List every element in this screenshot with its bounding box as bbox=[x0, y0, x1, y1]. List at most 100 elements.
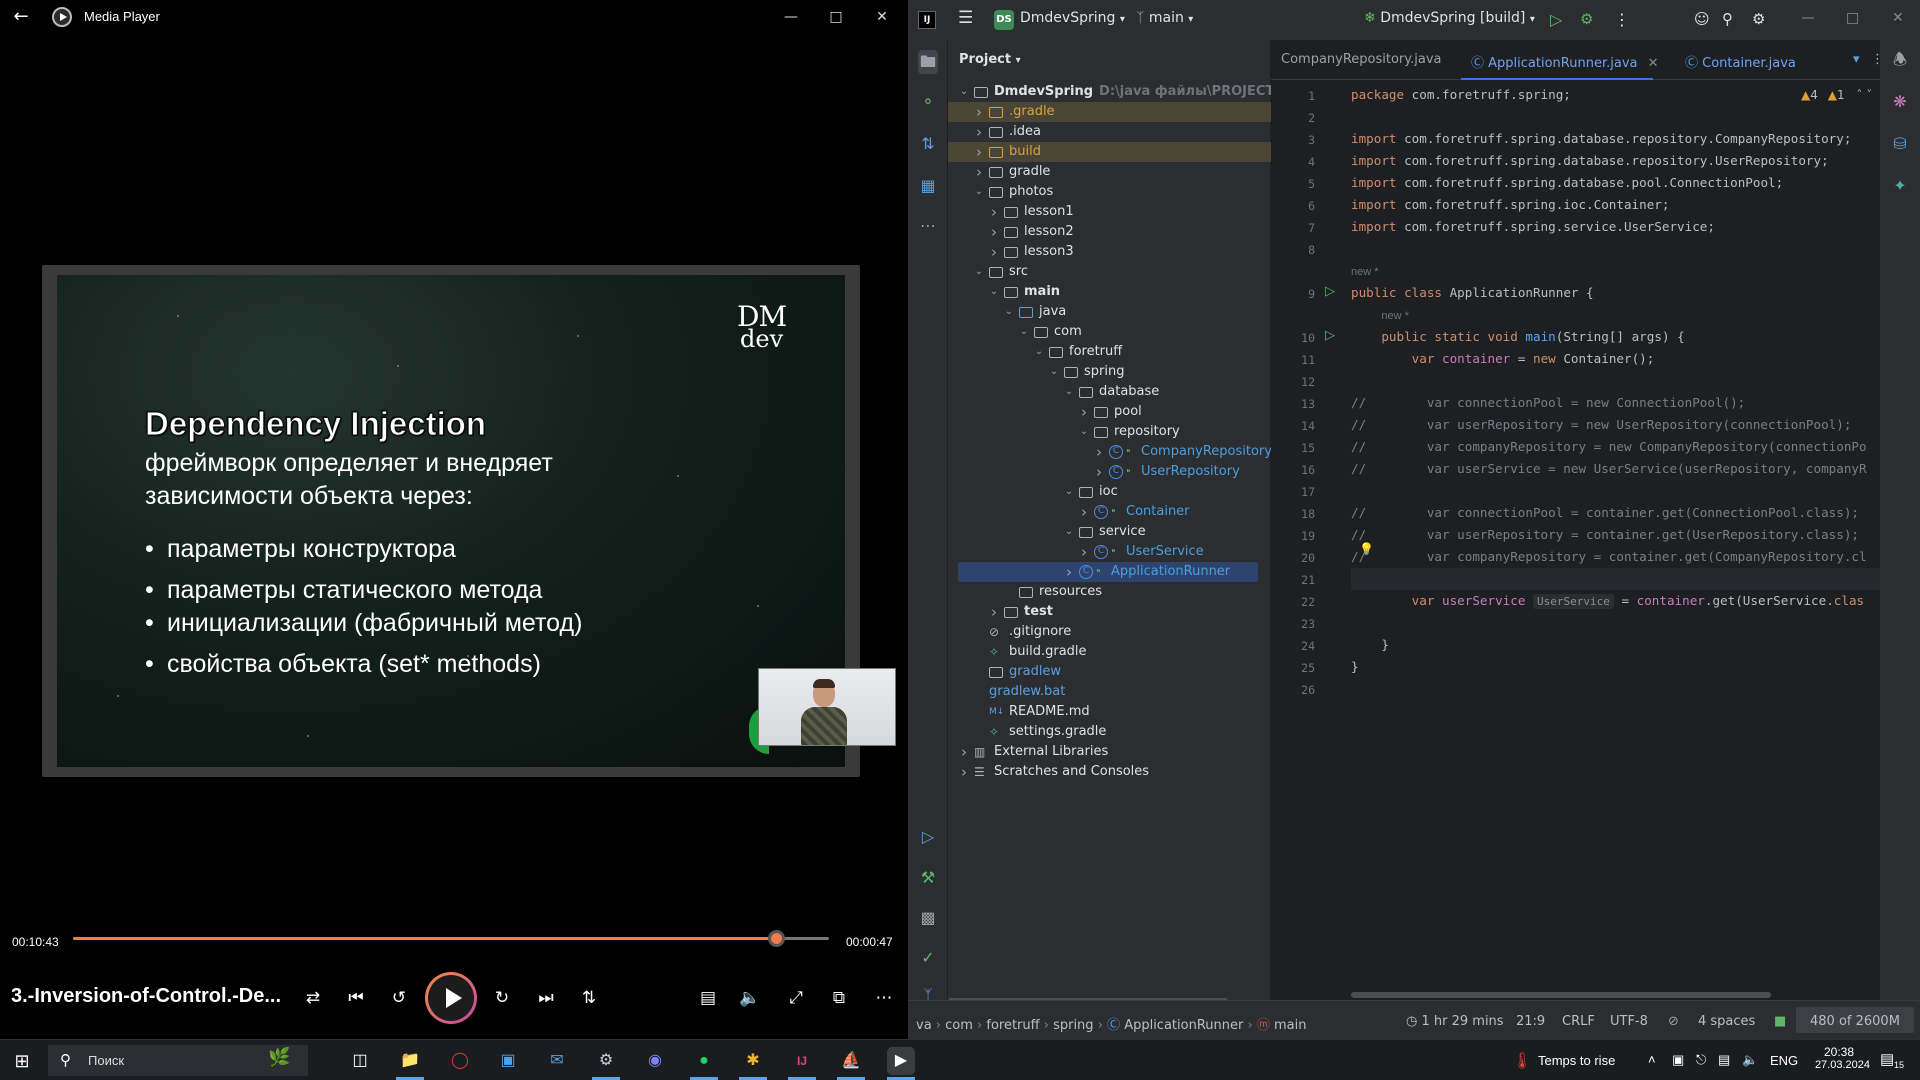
breadcrumb-item[interactable]: Ⓒ ApplicationRunner bbox=[1107, 1018, 1243, 1033]
line-separator[interactable]: CRLF bbox=[1562, 1014, 1595, 1029]
weather-text[interactable]: Temps to rise bbox=[1538, 1053, 1615, 1068]
run-gutter-icon[interactable]: ▷ bbox=[1325, 284, 1335, 299]
tab-container[interactable]: Ⓒ Container.java bbox=[1685, 52, 1796, 71]
chevron-down-icon[interactable]: ⌄ bbox=[973, 262, 985, 282]
code-line[interactable]: } bbox=[1351, 634, 1880, 656]
code-line[interactable]: // var companyRepository = new CompanyRe… bbox=[1351, 436, 1880, 458]
pull-requests-icon[interactable]: ⇅ bbox=[918, 134, 938, 154]
main-menu-icon[interactable]: ☰ bbox=[958, 8, 973, 28]
fullscreen-icon[interactable]: ⤢ bbox=[781, 985, 811, 1011]
minimize-icon[interactable]: — bbox=[1801, 10, 1815, 26]
network-icon[interactable]: ▤ bbox=[1718, 1052, 1730, 1068]
tree-item[interactable]: › C ⁍ ApplicationRunner bbox=[958, 562, 1258, 582]
code-line[interactable]: import com.foretruff.spring.database.poo… bbox=[1351, 172, 1880, 194]
skip-forward-30-icon[interactable]: ↻ bbox=[487, 985, 517, 1011]
chevron-right-icon[interactable]: › bbox=[973, 102, 985, 122]
tab-application-runner[interactable]: Ⓒ ApplicationRunner.java ✕ bbox=[1471, 52, 1659, 71]
code-line[interactable]: public static void main(String[] args) { bbox=[1351, 326, 1880, 348]
chevron-right-icon[interactable]: › bbox=[1063, 562, 1075, 582]
intention-bulb-icon[interactable]: 💡 bbox=[1359, 542, 1374, 556]
code-line[interactable]: // var userRepository = new UserReposito… bbox=[1351, 414, 1880, 436]
mini-view-icon[interactable]: ⧉ bbox=[824, 985, 854, 1011]
tree-item[interactable]: › C ⁍ UserRepository bbox=[948, 462, 1271, 482]
chevron-down-icon[interactable]: ⌄ bbox=[1033, 342, 1045, 362]
back-arrow-icon[interactable]: ← bbox=[10, 6, 32, 28]
code-line[interactable] bbox=[1351, 612, 1880, 634]
breadcrumb-item[interactable]: va bbox=[916, 1018, 932, 1033]
tree-item[interactable]: ⌄ foretruff bbox=[948, 342, 1271, 362]
code-line[interactable] bbox=[1351, 678, 1880, 700]
code-line[interactable]: public class ApplicationRunner { bbox=[1351, 282, 1880, 304]
run-config-selector[interactable]: ❄ DmdevSpring [build] ▾ bbox=[1364, 10, 1535, 26]
intellij-taskbar-icon[interactable]: IJ bbox=[788, 1047, 816, 1075]
tree-item[interactable]: › lesson2 bbox=[948, 222, 1271, 242]
tree-item[interactable]: › pool bbox=[948, 402, 1271, 422]
task-view-icon[interactable]: ◫ bbox=[346, 1047, 374, 1075]
tree-item[interactable]: ⌄ spring bbox=[948, 362, 1271, 382]
chevron-down-icon[interactable]: ⌄ bbox=[1018, 322, 1030, 342]
input-language[interactable]: ENG bbox=[1770, 1053, 1798, 1068]
clock[interactable]: 20:38 27.03.2024 bbox=[1808, 1045, 1870, 1071]
code-line[interactable]: var container = new Container(); bbox=[1351, 348, 1880, 370]
file-encoding[interactable]: UTF-8 bbox=[1610, 1014, 1648, 1029]
run-icon[interactable]: ▷ bbox=[1550, 10, 1562, 29]
problems-check-icon[interactable]: ✓ bbox=[918, 948, 938, 968]
chevron-down-icon[interactable]: ⌄ bbox=[1048, 362, 1060, 382]
tree-item[interactable]: › C ⁍ UserService bbox=[948, 542, 1271, 562]
chevron-right-icon[interactable]: › bbox=[958, 742, 970, 762]
chevron-right-icon[interactable]: › bbox=[973, 162, 985, 182]
chevron-down-icon[interactable]: ⌄ bbox=[988, 282, 1000, 302]
ai-assistant-icon[interactable]: ⊘ bbox=[1668, 1014, 1679, 1029]
docker-icon[interactable]: ⛵ bbox=[837, 1047, 865, 1075]
next-icon[interactable]: ⏭ bbox=[531, 985, 561, 1011]
windows-start-icon[interactable]: ⊞ bbox=[8, 1047, 36, 1075]
code-line[interactable] bbox=[1351, 106, 1880, 128]
close-icon[interactable]: ✕ bbox=[1892, 10, 1904, 26]
tree-item[interactable]: resources bbox=[948, 582, 1271, 602]
chevron-right-icon[interactable]: › bbox=[1093, 442, 1105, 462]
structure-icon[interactable]: ▦ bbox=[918, 176, 938, 196]
build-hammer-icon[interactable]: ⚒ bbox=[918, 868, 938, 888]
tree-item[interactable]: › C ⁍ CompanyRepository bbox=[948, 442, 1271, 462]
tree-item[interactable]: › lesson3 bbox=[948, 242, 1271, 262]
commit-icon[interactable]: ⚬ bbox=[918, 92, 938, 112]
project-folder-icon[interactable]: 🖿 bbox=[918, 50, 938, 74]
terminal-icon[interactable]: ▩ bbox=[918, 908, 938, 928]
chevron-down-icon[interactable]: ⌄ bbox=[1003, 302, 1015, 322]
chevron-down-icon[interactable]: ⌄ bbox=[1063, 382, 1075, 402]
code-line[interactable]: // var userRepository = container.get(Us… bbox=[1351, 524, 1880, 546]
tray-app-icon[interactable]: ▣ bbox=[1672, 1052, 1684, 1068]
notifications-bell-icon[interactable]: 🕭 bbox=[1890, 50, 1910, 70]
caret-position[interactable]: 21:9 bbox=[1516, 1014, 1545, 1029]
mail-icon[interactable]: ✉ bbox=[543, 1047, 571, 1075]
code-line[interactable] bbox=[1351, 568, 1880, 590]
project-selector[interactable]: DmdevSpring ▾ bbox=[1020, 10, 1125, 26]
inspection-widget[interactable]: ▲4 ▲1 ˄ ˅ bbox=[1801, 88, 1872, 102]
minimize-icon[interactable]: — bbox=[777, 4, 805, 30]
maximize-icon[interactable]: □ bbox=[1846, 10, 1859, 26]
tree-item[interactable]: ⌄ main bbox=[948, 282, 1271, 302]
more-actions-icon[interactable]: ⋮ bbox=[1614, 10, 1630, 29]
tree-item[interactable]: ⌄ service bbox=[948, 522, 1271, 542]
seek-bar[interactable] bbox=[73, 930, 829, 947]
breadcrumb-item[interactable]: com bbox=[945, 1018, 973, 1033]
chevron-down-icon[interactable]: ⌄ bbox=[958, 82, 970, 102]
tree-item[interactable]: ⌄ photos bbox=[948, 182, 1271, 202]
tree-item[interactable]: ✧ settings.gradle bbox=[948, 722, 1271, 742]
chevron-right-icon[interactable]: › bbox=[1078, 402, 1090, 422]
file-explorer-icon[interactable]: 📁 bbox=[396, 1047, 424, 1075]
tree-item[interactable]: › C ⁍ Container bbox=[948, 502, 1271, 522]
add-user-icon[interactable]: ☺ bbox=[1694, 10, 1710, 28]
tree-item[interactable]: › .idea bbox=[948, 122, 1271, 142]
tree-item[interactable]: gradlew bbox=[948, 662, 1271, 682]
media-player-taskbar-icon[interactable]: ▶ bbox=[887, 1047, 915, 1075]
subtitles-icon[interactable]: ▤ bbox=[693, 985, 723, 1011]
tree-item[interactable]: M↓ README.md bbox=[948, 702, 1271, 722]
code-line[interactable]: // var connectionPool = container.get(Co… bbox=[1351, 502, 1880, 524]
close-icon[interactable]: ✕ bbox=[868, 4, 896, 30]
editor-horizontal-scrollbar[interactable] bbox=[1351, 992, 1771, 998]
breadcrumb-item[interactable]: spring bbox=[1053, 1018, 1093, 1033]
shuffle-icon[interactable]: ⇄ bbox=[298, 985, 328, 1011]
code-lens-hint[interactable]: new * bbox=[1351, 304, 1880, 326]
chevron-down-icon[interactable]: ⌄ bbox=[1063, 522, 1075, 542]
